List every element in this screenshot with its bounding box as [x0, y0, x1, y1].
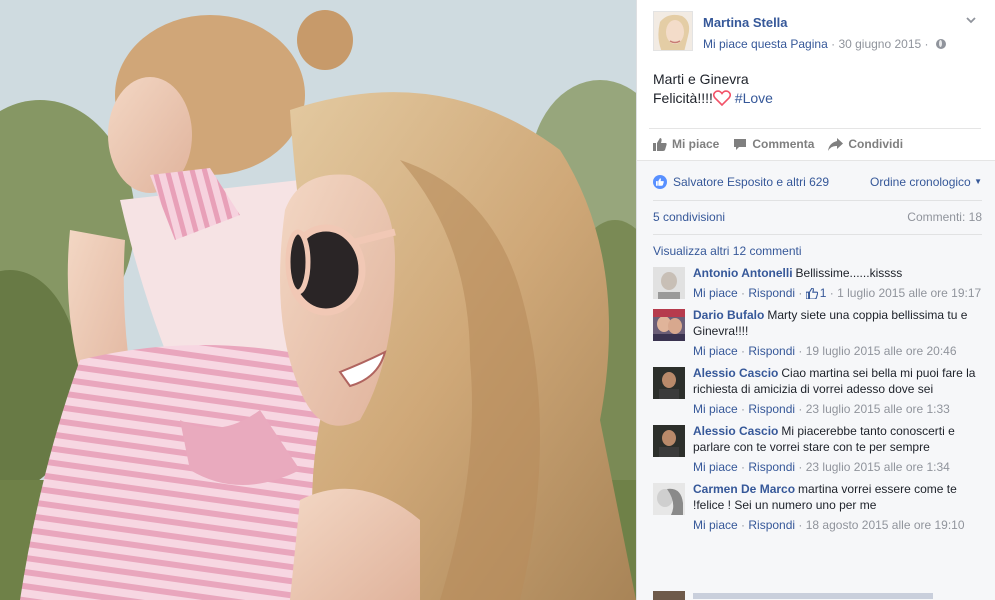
comment-avatar[interactable] — [653, 425, 685, 457]
comment-item: Dario Bufalo Marty siete una coppia belli… — [653, 307, 982, 359]
comment-time[interactable]: 23 luglio 2015 alle ore 1:33 — [806, 402, 950, 416]
view-more-comments-link[interactable]: Visualizza altri 12 commenti — [653, 244, 802, 258]
comment-time[interactable]: 23 luglio 2015 alle ore 1:34 — [806, 460, 950, 474]
post-photo[interactable] — [0, 0, 636, 600]
comment-meta: Mi piace · Rispondi · 1 · 1 luglio 2015 … — [693, 286, 982, 300]
divider — [653, 200, 982, 201]
like-page-link[interactable]: Mi piace questa Pagina — [703, 37, 828, 51]
post-text: Marti e Ginevra Felicità!!!! #Love — [653, 70, 773, 108]
post-header: Martina Stella Mi piace questa Pagina · … — [637, 0, 995, 62]
next-comment-cutoff — [653, 589, 982, 600]
comment-like-link[interactable]: Mi piace — [693, 344, 738, 358]
comment-like-link[interactable]: Mi piace — [693, 460, 738, 474]
comment-meta: Mi piace · Rispondi · 23 luglio 2015 all… — [693, 402, 950, 416]
comment-button[interactable]: Commenta — [733, 137, 814, 151]
comment-item: Alessio Cascio Ciao martina sei bella mi … — [653, 365, 982, 417]
globe-icon — [935, 39, 946, 49]
comment-item: Carmen De Marco martina vorrei essere com… — [653, 481, 982, 533]
shares-row: 5 condivisioni Commenti: 18 — [653, 210, 982, 224]
post-side-panel: Martina Stella Mi piace questa Pagina · … — [636, 0, 995, 600]
comment-item: Alessio Cascio Mi piacerebbe tanto conosc… — [653, 423, 982, 475]
comments-count: Commenti: 18 — [907, 210, 982, 224]
comment-avatar[interactable] — [653, 267, 685, 299]
like-button-label: Mi piace — [672, 137, 720, 151]
comment-time[interactable]: 19 luglio 2015 alle ore 20:46 — [806, 344, 957, 358]
comment-author[interactable]: Alessio Cascio — [693, 424, 778, 438]
post-text-felicita: Felicità!!!! — [653, 90, 713, 106]
post-actions-bar: Mi piace Commenta Condividi — [649, 128, 981, 159]
comment-body: Alessio Cascio Mi piacerebbe tanto conosc… — [693, 423, 982, 455]
comment-order-dropdown[interactable]: Ordine cronologico ▼ — [870, 175, 982, 189]
comment-reply-link[interactable]: Rispondi — [748, 286, 795, 300]
meta-separator-2: · — [924, 37, 929, 51]
comment-author[interactable]: Carmen De Marco — [693, 482, 795, 496]
comment-likes-value: 1 — [819, 286, 827, 300]
page-name[interactable]: Martina Stella — [703, 15, 788, 30]
comment-reply-link[interactable]: Rispondi — [748, 344, 795, 358]
feedback-area: Salvatore Esposito e altri 629 Ordine cr… — [637, 160, 995, 600]
chevron-down-icon[interactable] — [965, 14, 977, 26]
share-button-label: Condividi — [848, 137, 904, 151]
comment-author[interactable]: Antonio Antonelli — [693, 266, 793, 280]
comment-body: Alessio Cascio Ciao martina sei bella mi … — [693, 365, 982, 397]
shares-link[interactable]: 5 condivisioni — [653, 210, 725, 224]
post-text-line2: Felicità!!!! #Love — [653, 89, 773, 108]
comment-avatar[interactable] — [653, 483, 685, 515]
share-button[interactable]: Condividi — [828, 137, 903, 151]
comment-body: Carmen De Marco martina vorrei essere com… — [693, 481, 982, 513]
likes-row: Salvatore Esposito e altri 629 Ordine cr… — [653, 172, 982, 192]
comment-like-link[interactable]: Mi piace — [693, 518, 738, 532]
comment-reply-link[interactable]: Rispondi — [748, 460, 795, 474]
like-icon — [653, 137, 667, 151]
comment-like-link[interactable]: Mi piace — [693, 286, 738, 300]
like-button[interactable]: Mi piace — [653, 137, 719, 151]
comment-meta: Mi piace · Rispondi · 23 luglio 2015 all… — [693, 460, 950, 474]
comments-list: Antonio Antonelli Bellissime......kissss … — [653, 265, 982, 539]
thumb-mini-icon — [805, 288, 818, 299]
comment-meta: Mi piace · Rispondi · 19 luglio 2015 all… — [693, 344, 957, 358]
post-meta: Mi piace questa Pagina · 30 giugno 2015 … — [703, 37, 946, 51]
page-avatar[interactable] — [653, 11, 693, 51]
heart-icon — [712, 90, 731, 106]
divider-2 — [653, 234, 982, 235]
comment-avatar[interactable] — [653, 367, 685, 399]
comment-author[interactable]: Alessio Cascio — [693, 366, 778, 380]
comment-time[interactable]: 18 agosto 2015 alle ore 19:10 — [806, 518, 965, 532]
comment-body: Antonio Antonelli Bellissime......kissss — [693, 265, 982, 281]
comment-avatar[interactable] — [653, 309, 685, 341]
comment-reply-link[interactable]: Rispondi — [748, 518, 795, 532]
comment-text: Bellissime......kissss — [795, 266, 903, 280]
comment-order-label: Ordine cronologico — [870, 175, 971, 189]
comment-author[interactable]: Dario Bufalo — [693, 308, 764, 322]
comment-button-label: Commenta — [752, 137, 815, 151]
hashtag-link[interactable]: #Love — [735, 90, 773, 106]
comment-icon — [734, 138, 747, 150]
comment-item: Antonio Antonelli Bellissime......kissss … — [653, 265, 982, 301]
post-text-line1: Marti e Ginevra — [653, 71, 749, 87]
likers-link[interactable]: Salvatore Esposito e altri 629 — [673, 175, 829, 189]
comment-meta: Mi piace · Rispondi · 18 agosto 2015 all… — [693, 518, 965, 532]
comment-body: Dario Bufalo Marty siete una coppia belli… — [693, 307, 982, 339]
comment-time[interactable]: 1 luglio 2015 alle ore 19:17 — [837, 286, 981, 300]
post-date[interactable]: 30 giugno 2015 — [838, 37, 921, 51]
photo-illustration — [0, 0, 636, 600]
caret-down-icon: ▼ — [974, 177, 982, 186]
meta-separator: · — [831, 37, 836, 51]
comment-like-link[interactable]: Mi piace — [693, 402, 738, 416]
share-icon — [828, 137, 844, 151]
like-badge-icon — [653, 175, 667, 189]
comment-reply-link[interactable]: Rispondi — [748, 402, 795, 416]
comment-likes-count[interactable]: 1 — [805, 286, 827, 300]
